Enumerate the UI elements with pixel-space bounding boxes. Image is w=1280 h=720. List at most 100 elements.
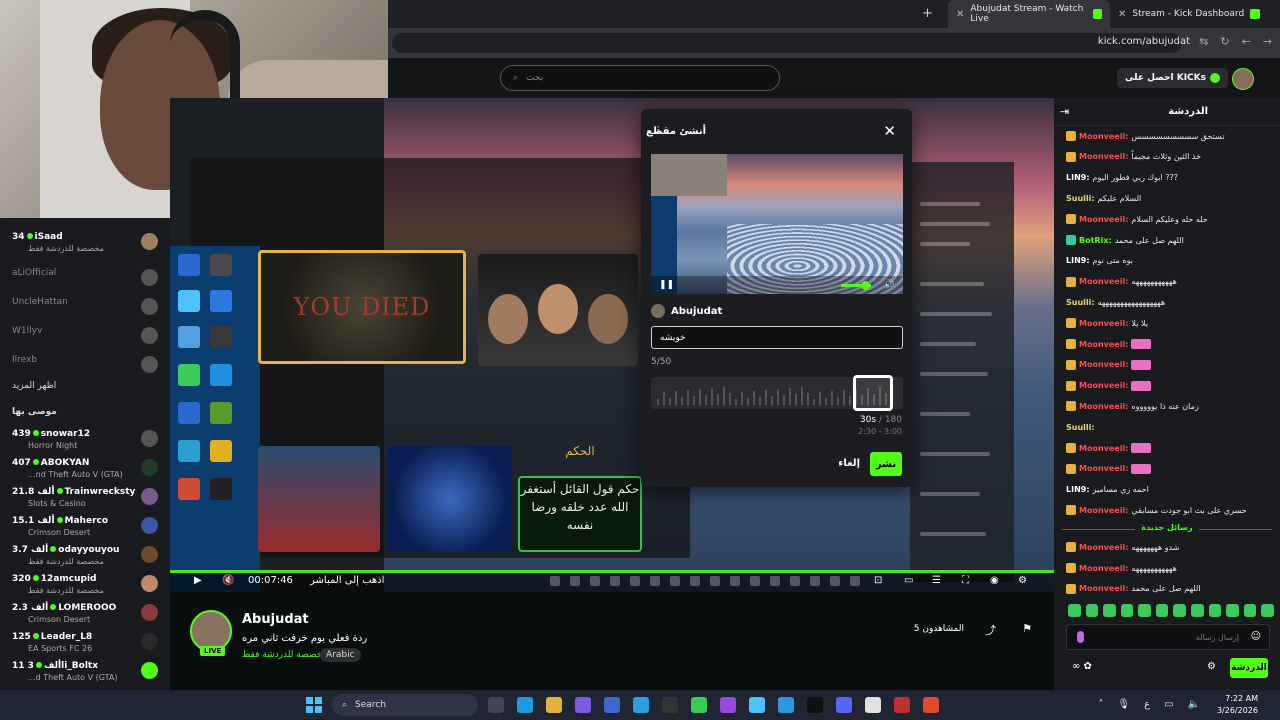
video-player[interactable]: YOU DIED الحكم حكم قول القائل أستغفر الل… — [170, 98, 1054, 592]
sidebar-channel[interactable]: 3.7 ألف odayyouyou مخصصة للدردشة فقط — [0, 541, 170, 569]
emote-icon[interactable] — [1208, 604, 1222, 617]
cancel-button[interactable]: إلغاء — [838, 458, 860, 469]
emote-icon[interactable] — [1120, 604, 1134, 617]
chat-username[interactable]: Moonveeil: — [1079, 132, 1128, 141]
sidebar-channel[interactable]: 21.8 ألف Trainwrecksty Slots & Casino — [0, 483, 170, 511]
chat-username[interactable]: Moonveeil: — [1079, 215, 1128, 224]
app-icon[interactable] — [894, 697, 910, 713]
reload-icon[interactable]: ↻ — [1220, 35, 1229, 48]
follow-icon[interactable]: ⚑ — [1022, 622, 1032, 635]
chat-username[interactable]: LIN9: — [1066, 173, 1090, 182]
avatar[interactable] — [1232, 68, 1254, 90]
volume-icon[interactable]: 🔈 — [1188, 699, 1200, 710]
chat-username[interactable]: Moonveeil: — [1079, 360, 1128, 369]
chat-username[interactable]: Moonveeil: — [1079, 584, 1128, 593]
taskbar-search[interactable]: ⌕ Search — [332, 694, 478, 716]
sidebar-channel-offline[interactable]: aLiOfficial — [0, 264, 170, 292]
chat-username[interactable]: LIN9: — [1066, 485, 1090, 494]
telegram-icon[interactable] — [778, 697, 794, 713]
mic-icon[interactable] — [1077, 631, 1084, 643]
chat-username[interactable]: Moonveeil: — [1079, 543, 1128, 552]
play-icon[interactable]: ▶ — [194, 575, 202, 586]
emoji-icon[interactable]: ☺ — [1251, 631, 1261, 642]
sidebar-channel[interactable]: 11 ألف3li_Boltx ...d Theft Auto V (GTA) — [0, 657, 170, 685]
mic-icon[interactable]: 🎙 — [1117, 699, 1130, 710]
emote-icon[interactable] — [1103, 604, 1116, 617]
chat-username[interactable]: BotRix: — [1079, 236, 1112, 245]
file-explorer-icon[interactable] — [546, 697, 562, 713]
chat-username[interactable]: Moonveeil: — [1079, 277, 1128, 286]
chat-username[interactable]: Moonveeil: — [1079, 152, 1128, 161]
sidebar-channel[interactable]: 320 12amcupid مخصصة للدردشة فقط — [0, 570, 170, 598]
channel-name[interactable]: Abujudat — [242, 612, 309, 627]
chrome-icon[interactable] — [865, 697, 881, 713]
sidebar-channel[interactable]: 2.3 ألف LOMEROOO Crimson Desert — [0, 599, 170, 627]
collapse-chat-icon[interactable]: ⇥ — [1060, 105, 1069, 118]
chat-tools-icon[interactable]: ∞ ✿ — [1072, 661, 1092, 672]
chat-input[interactable]: إرسال رسالة ☺ — [1066, 624, 1270, 650]
chat-username[interactable]: Moonveeil: — [1079, 402, 1128, 411]
chat-username[interactable]: Moonveeil: — [1079, 319, 1128, 328]
emote-icon[interactable] — [1191, 604, 1204, 617]
clip-preview[interactable]: ❚❚ 🔊 — [651, 154, 903, 294]
chat-username[interactable]: Moonveeil: — [1079, 464, 1128, 473]
app-icon[interactable] — [749, 697, 765, 713]
sidebar-channel[interactable]: 34 iSaad مخصصة للدردشة فقط — [0, 228, 170, 256]
clip-range-selector[interactable] — [853, 375, 893, 411]
chat-username[interactable]: Moonveeil: — [1079, 444, 1128, 453]
language-icon[interactable]: ع — [1144, 699, 1150, 710]
clip-title-field[interactable]: خويشه — [651, 326, 903, 349]
pip-icon[interactable]: ◉ — [990, 575, 999, 586]
app-icon[interactable] — [604, 697, 620, 713]
emote-icon[interactable] — [1085, 604, 1099, 617]
forward-icon[interactable]: → — [1263, 35, 1272, 48]
chat-username[interactable]: Moonveeil: — [1079, 506, 1128, 515]
mute-icon[interactable]: 🔇 — [222, 575, 234, 586]
publish-button[interactable]: نشر — [870, 452, 902, 476]
chevron-up-icon[interactable]: ˄ — [1098, 699, 1103, 710]
category-link[interactable]: مخصصة للدردشة فقط — [242, 650, 327, 660]
search-input[interactable]: ⌕ بحث — [500, 65, 780, 91]
app-icon[interactable] — [633, 697, 649, 713]
sidebar-channel[interactable]: 439 snowar12 Horror Night — [0, 425, 170, 453]
address-bar[interactable] — [392, 33, 1182, 53]
sidebar-channel[interactable]: 15.1 ألف Maherco Crimson Desert — [0, 512, 170, 540]
copilot-icon[interactable] — [575, 697, 591, 713]
volume-knob[interactable] — [861, 281, 870, 290]
tab-dashboard[interactable]: ✕ Stream - Kick Dashboard — [1110, 0, 1272, 28]
fullscreen-icon[interactable]: ⛶ — [962, 575, 969, 586]
network-icon[interactable]: ▭ — [1164, 699, 1173, 710]
app-icon[interactable] — [662, 697, 678, 713]
tab-watch-live[interactable]: ✕ Abujudat Stream - Watch Live — [948, 0, 1110, 28]
gear-icon[interactable]: ⚙ — [1207, 661, 1216, 672]
go-live-button[interactable]: اذهب إلى المباشر — [310, 575, 384, 586]
pause-icon[interactable]: ❚❚ — [659, 280, 674, 290]
chat-username[interactable]: Suulli: — [1066, 298, 1095, 307]
url-text[interactable]: kick.com/abujudat — [1098, 36, 1190, 47]
sidebar-channel-offline[interactable]: W1llyv — [0, 322, 170, 350]
back-icon[interactable]: ← — [1242, 35, 1251, 48]
emote-icon[interactable] — [1155, 604, 1169, 617]
windows-start-icon[interactable] — [306, 697, 322, 713]
app-icon[interactable] — [720, 697, 736, 713]
emote-icon[interactable] — [1226, 604, 1239, 617]
progress-bar[interactable] — [170, 570, 1054, 573]
close-tab-icon[interactable]: ✕ — [1118, 9, 1126, 20]
chat-overlay-icon[interactable]: ☰ — [932, 575, 941, 586]
close-tab-icon[interactable]: ✕ — [956, 9, 964, 20]
close-icon[interactable]: ✕ — [883, 122, 896, 140]
emote-icon[interactable] — [1261, 604, 1274, 617]
chat-username[interactable]: LIN9: — [1066, 256, 1090, 265]
share-icon[interactable]: ⤴ — [985, 622, 996, 638]
sidebar-channel[interactable]: 125 Leader_L8 EA Sports FC 26 — [0, 628, 170, 656]
speaker-icon[interactable]: 🔊 — [884, 280, 895, 290]
sidebar-channel-offline[interactable]: UncleHattan — [0, 293, 170, 321]
discord-icon[interactable] — [836, 697, 852, 713]
emote-icon[interactable] — [1138, 604, 1151, 617]
taskbar-clock[interactable]: 7:22 AM 3/26/2026 — [1217, 693, 1258, 717]
chat-username[interactable]: Suulli: — [1066, 194, 1095, 203]
settings-icon[interactable]: ⚙ — [1018, 575, 1027, 586]
task-view-icon[interactable] — [488, 697, 504, 713]
edge-icon[interactable] — [517, 697, 533, 713]
sidebar-channel-offline[interactable]: Ilrexb — [0, 351, 170, 379]
